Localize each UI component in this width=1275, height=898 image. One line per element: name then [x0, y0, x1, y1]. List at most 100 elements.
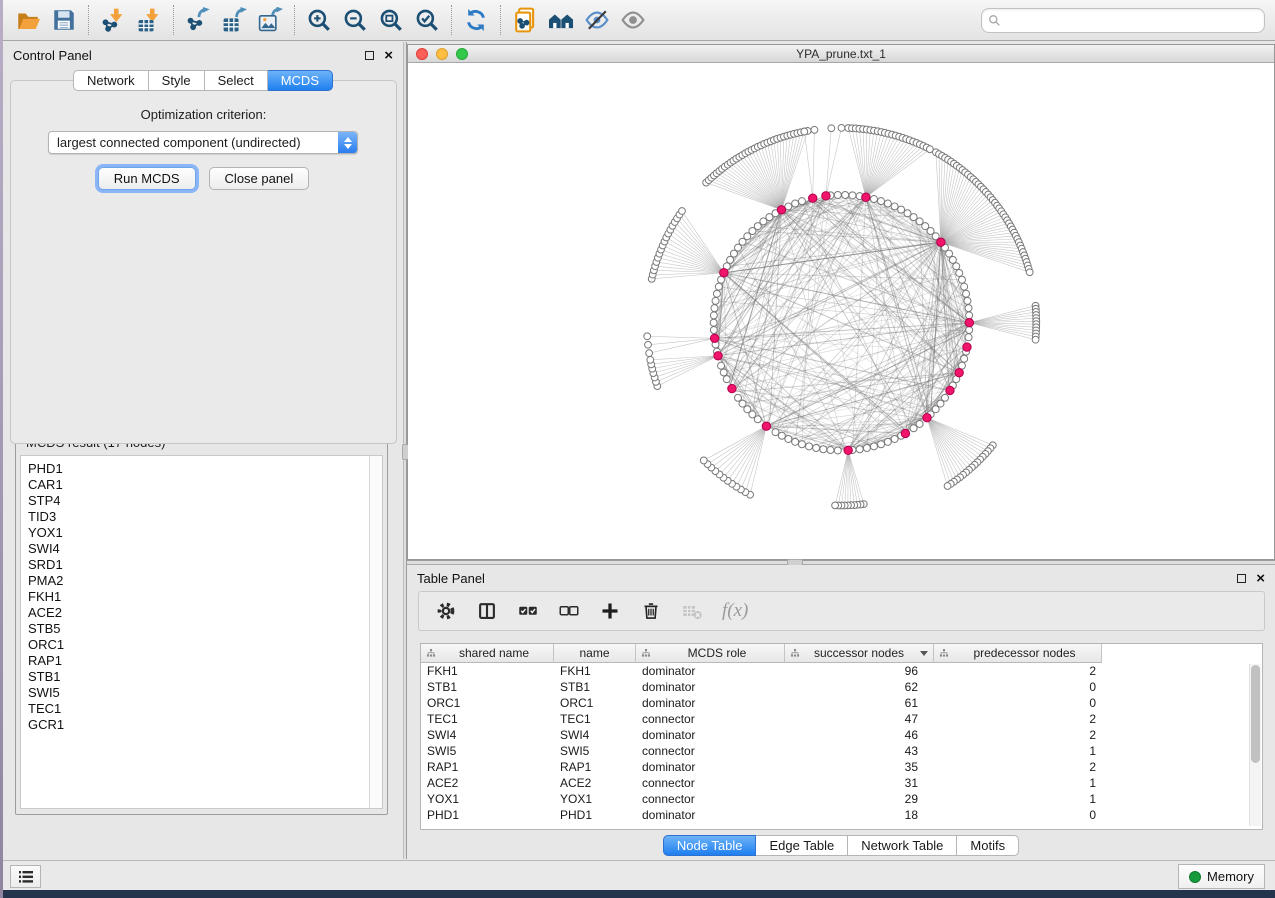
mcds-result-item[interactable]: STB1 [28, 669, 382, 685]
import-table-icon[interactable] [134, 5, 164, 35]
zoom-fit-icon[interactable] [376, 5, 406, 35]
table-row[interactable]: ACE2ACE2connector311 [421, 775, 1262, 791]
deselect-all-icon[interactable] [558, 600, 580, 622]
trash-icon[interactable] [640, 600, 662, 622]
zoom-selected-icon[interactable] [412, 5, 442, 35]
tab-network[interactable]: Network [73, 70, 149, 91]
mcds-hub-node[interactable] [777, 206, 785, 214]
mcds-result-item[interactable]: PMA2 [28, 573, 382, 589]
network-window-titlebar[interactable]: YPA_prune.txt_1 [408, 45, 1274, 63]
mcds-result-item[interactable]: SRD1 [28, 557, 382, 573]
mcds-result-item[interactable]: TEC1 [28, 701, 382, 717]
mcds-hub-node[interactable] [809, 194, 817, 202]
mcds-result-item[interactable]: RAP1 [28, 653, 382, 669]
show-eye-icon[interactable] [618, 5, 648, 35]
import-network-icon[interactable] [98, 5, 128, 35]
network-nodes[interactable] [644, 125, 1040, 509]
select-all-icon[interactable] [517, 600, 539, 622]
export-table-icon[interactable] [219, 5, 249, 35]
table-row[interactable]: SWI5SWI5connector431 [421, 743, 1262, 759]
tab-motifs[interactable]: Motifs [957, 835, 1019, 856]
column-header-successor-nodes[interactable]: successor nodes [785, 644, 934, 663]
mcds-hub-node[interactable] [728, 384, 736, 392]
export-network-icon[interactable] [183, 5, 213, 35]
mcds-result-item[interactable]: YOX1 [28, 525, 382, 541]
criterion-select[interactable]: largest connected component (undirected) [48, 131, 358, 154]
column-header-name[interactable]: name [554, 644, 636, 663]
close-panel-icon[interactable]: × [384, 51, 393, 60]
table-row[interactable]: PHD1PHD1dominator180 [421, 807, 1262, 823]
network-canvas[interactable] [408, 63, 1274, 559]
table-row[interactable]: SWI4SWI4dominator462 [421, 727, 1262, 743]
cell-MCDS-role: connector [636, 711, 785, 727]
hide-eye-icon[interactable] [582, 5, 612, 35]
tab-node-table[interactable]: Node Table [663, 835, 757, 856]
cell-successor-nodes: 35 [785, 759, 934, 775]
search-input[interactable] [1001, 12, 1258, 28]
tab-edge-table[interactable]: Edge Table [756, 835, 848, 856]
column-header-predecessor-nodes[interactable]: predecessor nodes [934, 644, 1102, 663]
tab-select[interactable]: Select [205, 70, 268, 91]
mcds-result-item[interactable]: PHD1 [28, 461, 382, 477]
mcds-hub-node[interactable] [901, 429, 909, 437]
mcds-result-item[interactable]: TID3 [28, 509, 382, 525]
memory-button[interactable]: Memory [1178, 864, 1265, 889]
close-panel-icon[interactable]: × [1256, 574, 1265, 583]
table-row[interactable]: TEC1TEC1connector472 [421, 711, 1262, 727]
mcds-hub-node[interactable] [714, 352, 722, 360]
control-panel: Control Panel × NetworkStyleSelectMCDS O… [3, 42, 403, 859]
table-row[interactable]: ORC1ORC1dominator610 [421, 695, 1262, 711]
table-row[interactable]: YOX1YOX1connector291 [421, 791, 1262, 807]
show-panels-button[interactable] [10, 865, 41, 888]
mcds-result-item[interactable]: GCR1 [28, 717, 382, 733]
float-panel-icon[interactable] [365, 51, 374, 60]
mcds-result-item[interactable]: FKH1 [28, 589, 382, 605]
mcds-hub-node[interactable] [923, 413, 931, 421]
run-mcds-button[interactable]: Run MCDS [98, 167, 196, 190]
zoom-out-icon[interactable] [340, 5, 370, 35]
table-row[interactable]: FKH1FKH1dominator962 [421, 663, 1262, 679]
table-scrollbar-track[interactable] [1249, 664, 1261, 826]
mcds-result-item[interactable]: STP4 [28, 493, 382, 509]
mcds-result-item[interactable]: CAR1 [28, 477, 382, 493]
mcds-hub-node[interactable] [710, 334, 718, 342]
add-icon[interactable] [599, 600, 621, 622]
export-image-icon[interactable] [255, 5, 285, 35]
mcds-result-item[interactable]: ORC1 [28, 637, 382, 653]
list-scrollbar-track[interactable] [369, 456, 382, 808]
float-panel-icon[interactable] [1237, 574, 1246, 583]
tab-network-table[interactable]: Network Table [848, 835, 957, 856]
tab-style[interactable]: Style [149, 70, 205, 91]
close-panel-button[interactable]: Close panel [209, 167, 310, 190]
save-icon[interactable] [49, 5, 79, 35]
mcds-result-list[interactable]: PHD1CAR1STP4TID3YOX1SWI4SRD1PMA2FKH1ACE2… [20, 455, 383, 809]
mcds-result-item[interactable]: SWI4 [28, 541, 382, 557]
mcds-result-item[interactable]: STB5 [28, 621, 382, 637]
mcds-hub-node[interactable] [965, 319, 973, 327]
zoom-in-icon[interactable] [304, 5, 334, 35]
tab-mcds[interactable]: MCDS [268, 70, 333, 91]
share-file-icon[interactable] [510, 5, 540, 35]
mcds-hub-node[interactable] [862, 193, 870, 201]
mcds-hub-node[interactable] [844, 446, 852, 454]
mcds-hub-node[interactable] [946, 386, 954, 394]
refresh-icon[interactable] [461, 5, 491, 35]
open-folder-icon[interactable] [13, 5, 43, 35]
mcds-hub-node[interactable] [937, 238, 945, 246]
table-scrollbar-thumb[interactable] [1251, 665, 1260, 763]
gear-icon[interactable] [435, 600, 457, 622]
mcds-hub-node[interactable] [720, 269, 728, 277]
table-row[interactable]: STB1STB1dominator620 [421, 679, 1262, 695]
search-field[interactable] [981, 8, 1265, 33]
mcds-result-item[interactable]: SWI5 [28, 685, 382, 701]
mcds-hub-node[interactable] [955, 368, 963, 376]
mcds-hub-node[interactable] [822, 192, 830, 200]
column-header-MCDS-role[interactable]: MCDS role [636, 644, 785, 663]
mcds-result-item[interactable]: ACE2 [28, 605, 382, 621]
mcds-hub-node[interactable] [762, 422, 770, 430]
column-header-shared-name[interactable]: shared name [421, 644, 554, 663]
houses-icon[interactable] [546, 5, 576, 35]
columns-view-icon[interactable] [476, 600, 498, 622]
table-row[interactable]: RAP1RAP1dominator352 [421, 759, 1262, 775]
mcds-hub-node[interactable] [963, 343, 971, 351]
